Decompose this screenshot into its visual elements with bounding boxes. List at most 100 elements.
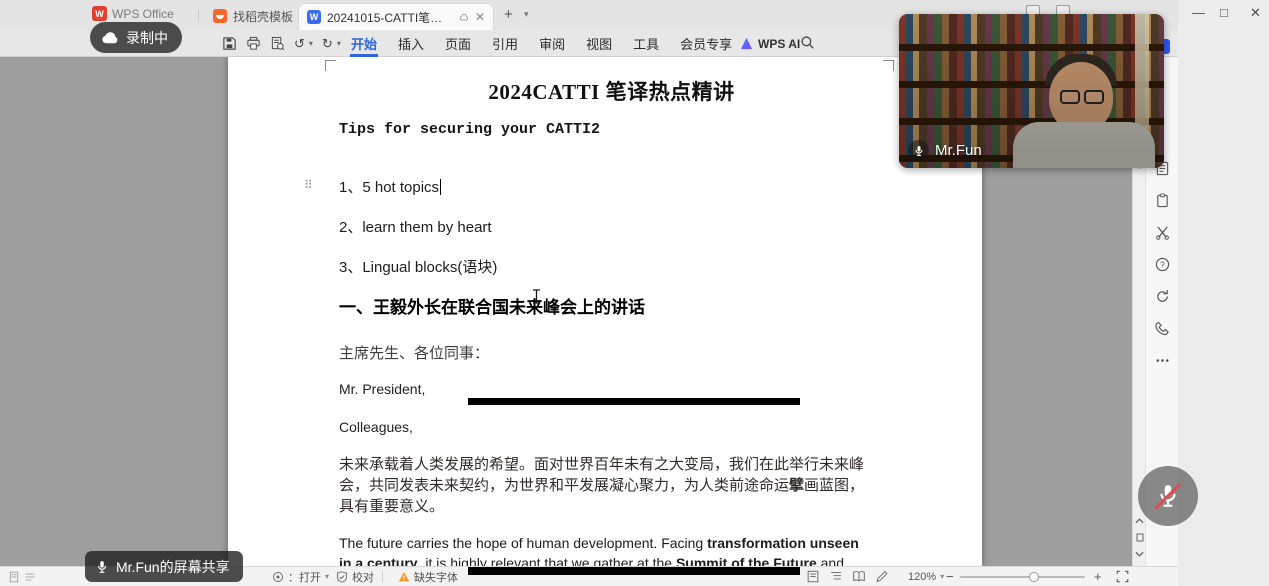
menu-reference[interactable]: 引用 [491, 30, 519, 57]
sync-icon[interactable] [1155, 289, 1170, 304]
screen-share-indicator[interactable]: Mr.Fun的屏幕共享 [85, 551, 243, 582]
cloud-record-icon [101, 31, 119, 45]
page-info-icon[interactable] [8, 571, 20, 583]
wps-home-button[interactable]: W WPS Office [92, 6, 174, 21]
undo-icon[interactable]: ↺ [294, 36, 305, 52]
doc-subtitle: Tips for securing your CATTI2 [339, 121, 600, 138]
doc-list-item-1: 1、5 hot topics [339, 176, 441, 197]
tab-divider [198, 9, 199, 22]
doc-heading: 一、王毅外长在联合国未来峰会上的讲话 [339, 293, 645, 318]
doc-salutation-cn: 主席先生、各位同事： [339, 342, 489, 363]
read-mode-icon[interactable] [852, 570, 866, 583]
mic-muted-icon [1155, 483, 1181, 509]
zoom-out-button[interactable]: − [946, 567, 954, 586]
wps-ai-label: WPS AI [758, 37, 800, 51]
print-preview-icon[interactable] [270, 36, 285, 51]
quick-access-toolbar: ↺ ▾ ↻ ▾ [222, 30, 341, 57]
redo-icon[interactable]: ↻ [322, 36, 333, 52]
zoom-level[interactable]: 120% ▾ [908, 567, 944, 586]
scissors-icon[interactable] [1155, 225, 1170, 240]
doc-paragraph-cn: 未来承载着人类发展的希望。面对世界百年未有之大变局，我们在此举行未来峰 会，共同… [339, 455, 899, 518]
more-icon[interactable] [1155, 353, 1170, 368]
menu-tools[interactable]: 工具 [632, 30, 660, 57]
doc-title: 2024CATTI 笔译热点精讲 [339, 76, 884, 106]
doc-tab-title: 20241015-CATTI笔译热点精… [327, 9, 453, 26]
search-icon[interactable] [800, 35, 815, 55]
meeting-screen-share: W WPS Office 找稻壳模板 W 20241015-CATTI笔译热点精… [0, 0, 1269, 586]
margin-mark-left [325, 60, 336, 71]
doc-list-item-3: 3、Lingual blocks(语块) [339, 256, 497, 277]
view-mode-buttons [806, 567, 889, 586]
edit-mode-icon[interactable] [875, 570, 889, 583]
doc-salutation-en-1: Mr. President, [339, 381, 425, 397]
paragraph-drag-handle-icon[interactable]: ⠿ [304, 178, 312, 192]
wps-home-label: WPS Office [112, 7, 174, 21]
statusbar-toggle[interactable]: ：打开 ▾ [272, 567, 342, 586]
doc-paragraph-en: The future carries the hope of human dev… [339, 533, 899, 566]
close-tab-icon[interactable]: ✕ [475, 11, 485, 23]
menu-view[interactable]: 视图 [585, 30, 613, 57]
wps-logo-icon: W [92, 6, 107, 21]
zoom-in-button[interactable]: + [1094, 567, 1102, 586]
doc-list-item-2: 2、learn them by heart [339, 216, 492, 237]
minimize-window-icon[interactable]: — [1192, 5, 1205, 20]
screen-share-label: Mr.Fun的屏幕共享 [116, 557, 230, 577]
wps-ai-button[interactable]: WPS AI [740, 30, 800, 57]
svg-text:?: ? [1160, 259, 1165, 269]
missing-font-button[interactable]: 缺失字体 [398, 567, 458, 586]
text-cursor [440, 179, 441, 195]
menu-review[interactable]: 审阅 [538, 30, 566, 57]
proofread-icon [336, 571, 348, 583]
cloud-sync-icon [459, 11, 469, 24]
docer-icon [213, 9, 227, 23]
menu-member[interactable]: 会员专享 [679, 30, 733, 57]
participant-nametag: Mr.Fun [908, 140, 982, 161]
menu-page[interactable]: 页面 [444, 30, 472, 57]
zoom-slider-track[interactable] [960, 576, 1085, 578]
undo-chevron-icon[interactable]: ▾ [309, 39, 313, 48]
tab-docer-templates[interactable]: 找稻壳模板 [205, 4, 301, 28]
statusbar-divider [382, 571, 383, 582]
redaction-bar-1 [468, 398, 800, 405]
redo-chevron-icon[interactable]: ▾ [337, 39, 341, 48]
clipboard-icon[interactable] [1155, 193, 1170, 208]
doc-salutation-en-2: Colleagues, [339, 419, 413, 435]
proofread-button[interactable]: 校对 [336, 567, 387, 586]
mute-toggle-button[interactable] [1138, 466, 1198, 526]
menu-insert[interactable]: 插入 [397, 30, 425, 57]
fit-page-button[interactable] [1116, 567, 1129, 586]
toggle-icon [272, 571, 284, 583]
statusbar-left-icons [8, 567, 36, 586]
zoom-slider[interactable] [960, 567, 1085, 586]
save-icon[interactable] [222, 36, 237, 51]
toggle-chevron-icon: ▾ [325, 572, 329, 581]
help-icon[interactable]: ? [1155, 257, 1170, 272]
tab-list-chevron-icon[interactable]: ▾ [524, 9, 529, 20]
tab-document-active[interactable]: W 20241015-CATTI笔译热点精… ✕ [298, 3, 494, 30]
phone-icon[interactable] [1155, 321, 1170, 336]
mic-icon [95, 560, 109, 574]
margin-mark-right [883, 60, 894, 71]
ribbon-menus: 开始 插入 页面 引用 审阅 视图 工具 会员专享 [350, 30, 733, 57]
new-tab-button[interactable]: + [504, 6, 513, 23]
redaction-bar-2 [468, 567, 800, 575]
zoom-chevron-icon: ▾ [940, 572, 944, 581]
mouse-ibeam-cursor [532, 289, 541, 309]
participant-video[interactable]: Mr.Fun [899, 14, 1164, 168]
missing-font-warning-icon [398, 571, 410, 583]
page-view-icon[interactable] [806, 570, 820, 583]
word-count-icon[interactable] [24, 571, 36, 583]
recording-badge[interactable]: 录制中 [90, 22, 182, 53]
print-icon[interactable] [246, 36, 261, 51]
maximize-window-icon[interactable]: □ [1220, 5, 1228, 20]
close-window-icon[interactable]: ✕ [1250, 5, 1261, 20]
word-doc-icon: W [307, 10, 321, 24]
tab-docer-label: 找稻壳模板 [233, 8, 293, 25]
wps-ai-icon [740, 37, 753, 50]
mic-icon [908, 140, 929, 161]
participant-name: Mr.Fun [935, 142, 982, 159]
zoom-slider-thumb[interactable] [1029, 572, 1039, 582]
document-page[interactable]: 2024CATTI 笔译热点精讲 Tips for securing your … [228, 57, 982, 566]
menu-home[interactable]: 开始 [350, 30, 378, 57]
outline-view-icon[interactable] [829, 570, 843, 583]
